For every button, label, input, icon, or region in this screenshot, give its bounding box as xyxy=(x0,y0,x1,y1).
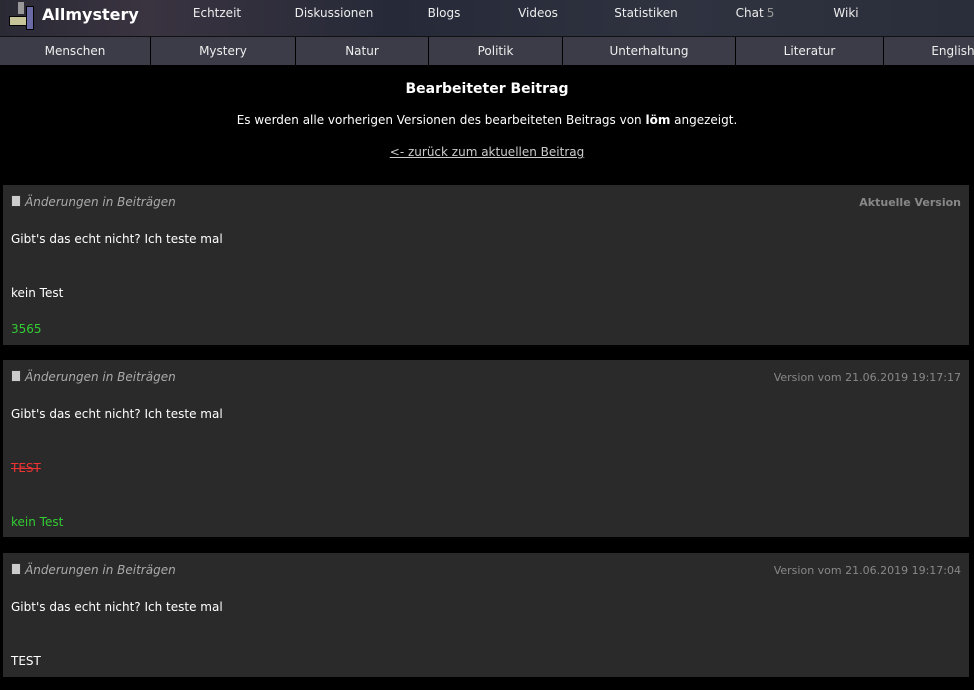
version-card: Änderungen in Beiträgen Aktuelle Version… xyxy=(3,185,969,345)
cat-politik[interactable]: Politik xyxy=(429,37,563,65)
back-link[interactable]: <- zurück zum aktuellen Beitrag xyxy=(390,145,584,159)
cat-unterhaltung[interactable]: Unterhaltung xyxy=(563,37,736,65)
version-label: Aktuelle Version xyxy=(859,196,961,209)
card-title: Änderungen in Beiträgen xyxy=(11,370,176,384)
nav-echtzeit[interactable]: Echtzeit xyxy=(193,6,241,20)
line: TEST xyxy=(11,654,41,668)
nav-blogs[interactable]: Blogs xyxy=(428,6,461,20)
line: Gibt's das echt nicht? Ich teste mal xyxy=(11,407,223,421)
nav-chat[interactable]: Chat 5 xyxy=(736,6,775,20)
version-card: Änderungen in Beiträgen Version vom 21.0… xyxy=(3,360,969,537)
cat-natur[interactable]: Natur xyxy=(296,37,429,65)
intro-text: Es werden alle vorherigen Versionen des … xyxy=(0,113,974,127)
version-card: Änderungen in Beiträgen Version vom 21.0… xyxy=(3,553,969,677)
author[interactable]: löm xyxy=(645,113,670,127)
document-icon xyxy=(11,370,21,382)
category-nav: Menschen Mystery Natur Politik Unterhalt… xyxy=(0,37,974,65)
card-title-text: Änderungen in Beiträgen xyxy=(25,195,176,209)
cat-mystery[interactable]: Mystery xyxy=(151,37,296,65)
nav-diskussionen[interactable]: Diskussionen xyxy=(295,6,374,20)
brand[interactable]: Allmystery xyxy=(42,5,139,24)
line: kein Test xyxy=(11,286,64,300)
card-title: Änderungen in Beiträgen xyxy=(11,563,176,577)
document-icon xyxy=(11,563,21,575)
cat-literatur[interactable]: Literatur xyxy=(736,37,884,65)
line-added: kein Test xyxy=(11,515,64,529)
card-title: Änderungen in Beiträgen xyxy=(11,195,176,209)
card-title-text: Änderungen in Beiträgen xyxy=(25,370,176,384)
document-icon xyxy=(11,195,21,207)
nav-statistiken[interactable]: Statistiken xyxy=(614,6,678,20)
line: Gibt's das echt nicht? Ich teste mal xyxy=(11,600,223,614)
nav-videos[interactable]: Videos xyxy=(518,6,558,20)
cat-english[interactable]: English xyxy=(884,37,974,65)
line-added: 3565 xyxy=(11,322,42,336)
card-title-text: Änderungen in Beiträgen xyxy=(25,563,176,577)
chat-count: 5 xyxy=(766,6,775,20)
page-title: Bearbeiteter Beitrag xyxy=(405,81,569,97)
line: Gibt's das echt nicht? Ich teste mal xyxy=(11,232,223,246)
nav-wiki[interactable]: Wiki xyxy=(833,6,858,20)
top-bar: Allmystery Echtzeit Diskussionen Blogs V… xyxy=(0,0,974,37)
logo-icon[interactable] xyxy=(8,2,34,30)
version-label: Version vom 21.06.2019 19:17:17 xyxy=(773,371,961,384)
cat-menschen[interactable]: Menschen xyxy=(0,37,151,65)
line-removed: TEST xyxy=(11,461,41,475)
nav-chat-label: Chat xyxy=(735,6,764,20)
intro-post: angezeigt. xyxy=(670,113,738,127)
intro-pre: Es werden alle vorherigen Versionen des … xyxy=(236,113,646,127)
version-label: Version vom 21.06.2019 19:17:04 xyxy=(773,564,961,577)
